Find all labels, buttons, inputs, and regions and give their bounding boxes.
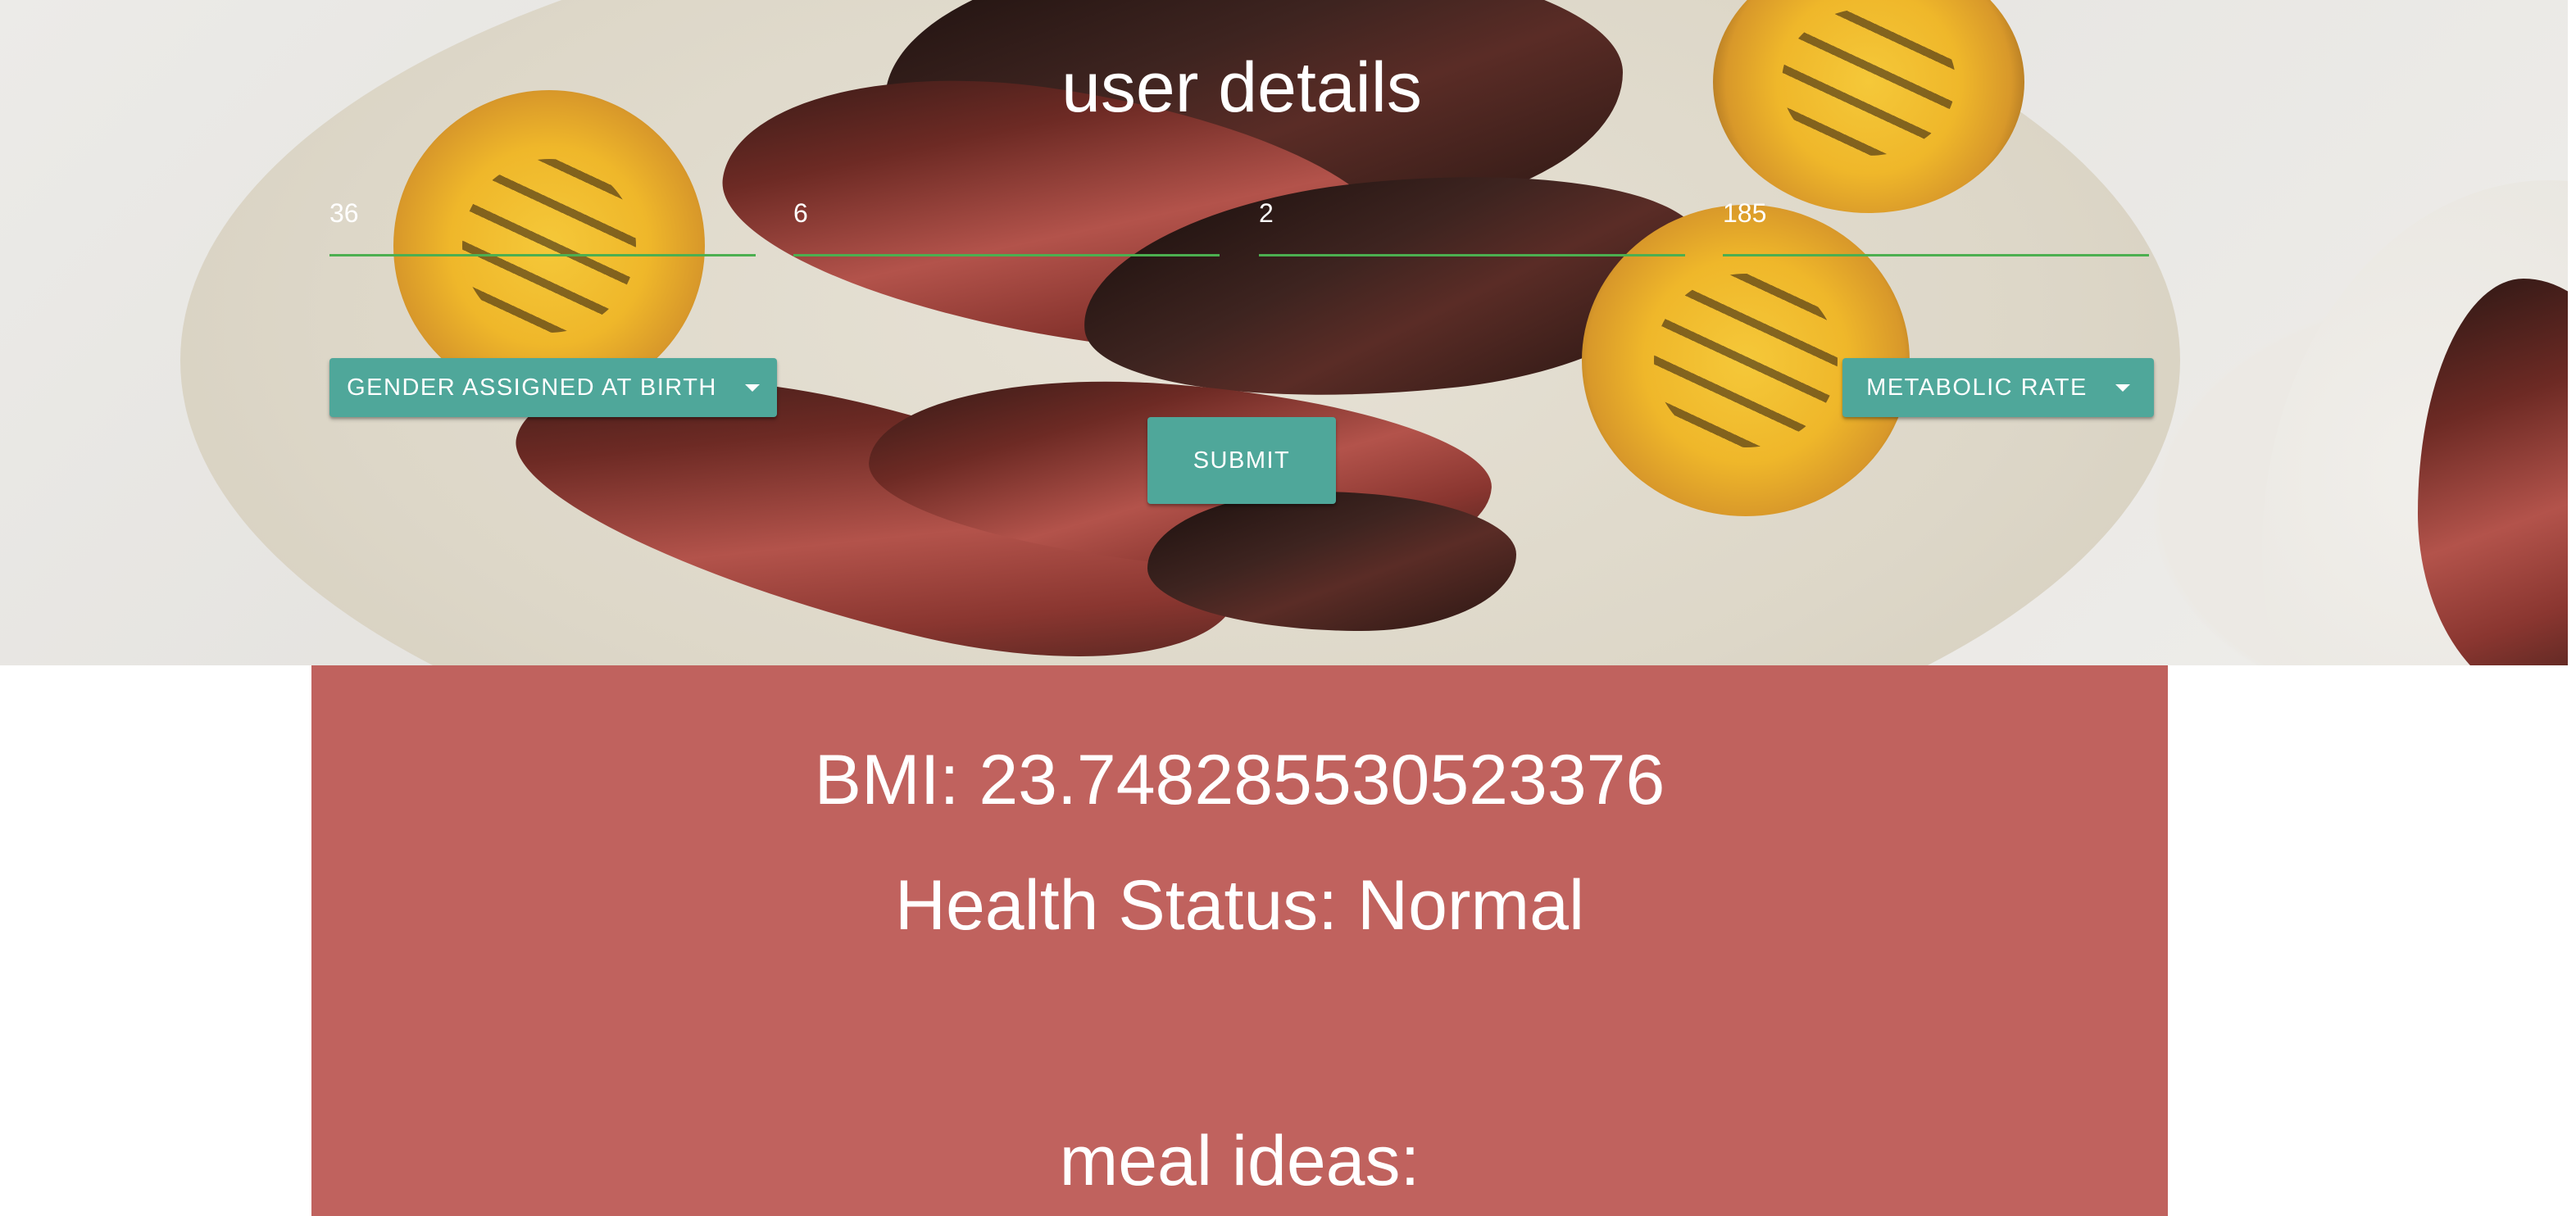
results-panel: BMI: 23.748285530523376 Health Status: N… <box>311 665 2168 1216</box>
page: user details GENDER ASSIGNED AT BIRTH ME… <box>0 0 2576 1216</box>
health-status: Health Status: Normal <box>894 866 1585 945</box>
meal-ideas-heading: meal ideas: <box>1059 1122 1420 1200</box>
age-field[interactable] <box>329 188 756 256</box>
steak-slice <box>1147 492 1516 631</box>
height-feet-input[interactable] <box>793 188 1220 229</box>
chevron-down-icon <box>744 383 760 392</box>
height-inches-input[interactable] <box>1259 188 1685 229</box>
gender-dropdown-label: GENDER ASSIGNED AT BIRTH <box>347 374 717 401</box>
age-input[interactable] <box>329 188 756 229</box>
metabolic-rate-dropdown-label: METABOLIC RATE <box>1866 374 2088 401</box>
weight-field[interactable] <box>1723 188 2149 256</box>
page-title: user details <box>1061 48 1422 127</box>
chevron-down-icon <box>2115 383 2130 392</box>
metabolic-rate-dropdown-button[interactable]: METABOLIC RATE <box>1842 358 2154 417</box>
weight-input[interactable] <box>1723 188 2149 229</box>
submit-button[interactable]: SUBMIT <box>1147 417 1336 504</box>
height-feet-field[interactable] <box>793 188 1220 256</box>
gender-dropdown-button[interactable]: GENDER ASSIGNED AT BIRTH <box>329 358 777 417</box>
height-inches-field[interactable] <box>1259 188 1685 256</box>
bmi-result: BMI: 23.748285530523376 <box>814 741 1665 819</box>
